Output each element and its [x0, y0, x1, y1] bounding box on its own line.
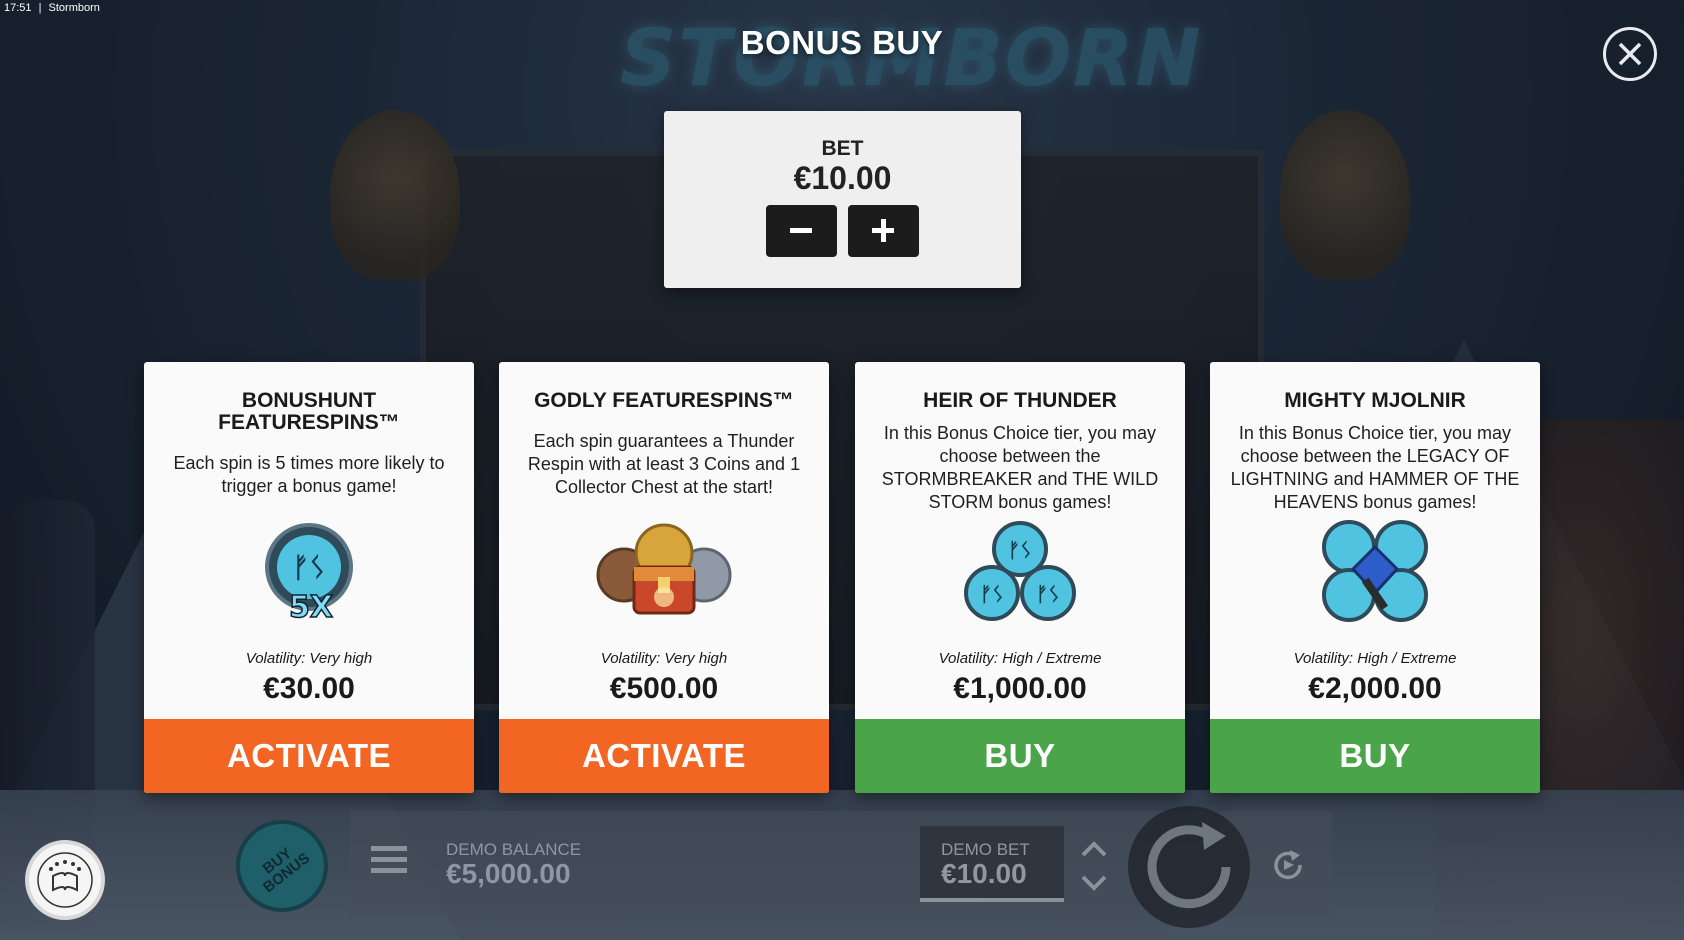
close-icon [1618, 42, 1642, 66]
svg-text:ᚠᛊ: ᚠᛊ [980, 582, 1004, 606]
demo-balance-value: €5,000.00 [446, 858, 571, 889]
activate-button[interactable]: ACTIVATE [144, 719, 474, 793]
svg-text:ᚠᛊ: ᚠᛊ [1008, 538, 1032, 562]
spin-icon [1147, 822, 1231, 909]
card-volatility: Volatility: High / Extreme [938, 650, 1102, 667]
svg-text:5X: 5X [289, 590, 333, 625]
bonus-card-bonushunt: BONUSHUNT FEATURESPINS™ Each spin is 5 t… [144, 362, 474, 793]
demo-bet-value: €10.00 [941, 858, 1027, 889]
buy-bonus-label: BUY BONUS [259, 844, 314, 897]
bet-decrease-button[interactable] [766, 205, 837, 257]
card-price: €30.00 [263, 672, 355, 705]
bonus-options: BONUSHUNT FEATURESPINS™ Each spin is 5 t… [144, 362, 1540, 793]
card-title: BONUSHUNT FEATURESPINS™ [218, 389, 400, 434]
buy-bonus-button[interactable]: BUY BONUS [236, 820, 328, 912]
demo-balance-label: DEMO BALANCE [446, 840, 582, 859]
card-title: HEIR OF THUNDER [923, 389, 1117, 412]
bonus-card-godly: GODLY FEATURESPINS™ Each spin guarantees… [499, 362, 829, 793]
rune-coin-5x-icon: ᚠᛊ 5X [144, 517, 474, 647]
spin-button[interactable] [1128, 806, 1250, 928]
card-price: €2,000.00 [1308, 672, 1442, 705]
bet-buttons [664, 205, 1021, 257]
card-description: In this Bonus Choice tier, you may choos… [881, 423, 1159, 512]
card-description: In this Bonus Choice tier, you may choos… [1230, 423, 1520, 512]
four-rune-coins-hammer-icon [1210, 517, 1540, 647]
card-title: MIGHTY MJOLNIR [1284, 389, 1466, 412]
card-volatility: Volatility: Very high [600, 650, 728, 667]
treasure-chest-icon [499, 517, 829, 647]
close-button[interactable] [1603, 27, 1657, 81]
status-bar: 17:51 | Stormborn [4, 2, 104, 14]
bet-increase-button[interactable] [848, 205, 919, 257]
card-price: €500.00 [609, 672, 719, 705]
modal-title: BONUS BUY [740, 24, 944, 61]
book-of-bonus-badge[interactable] [25, 840, 105, 920]
activate-button[interactable]: ACTIVATE [499, 719, 829, 793]
bet-label: BET [821, 137, 864, 160]
card-title: GODLY FEATURESPINS™ [534, 389, 794, 412]
book-icon [37, 852, 93, 908]
buy-button[interactable]: BUY [1210, 719, 1540, 793]
status-app-name: Stormborn [48, 2, 100, 14]
bet-arrows-icon[interactable] [1078, 838, 1110, 894]
status-time: 17:51 [4, 2, 32, 14]
bonus-card-heir-of-thunder: HEIR OF THUNDER In this Bonus Choice tie… [855, 362, 1185, 793]
demo-bet-label: DEMO BET [941, 840, 1030, 859]
svg-text:ᚠᛊ: ᚠᛊ [1036, 582, 1060, 606]
card-description: Each spin is 5 times more likely to trig… [173, 453, 445, 496]
status-separator: | [38, 2, 42, 14]
bonus-card-mighty-mjolnir: MIGHTY MJOLNIR In this Bonus Choice tier… [1210, 362, 1540, 793]
svg-text:ᚠᛊ: ᚠᛊ [292, 551, 326, 584]
autoplay-icon[interactable] [1270, 847, 1306, 883]
card-price: €1,000.00 [953, 672, 1087, 705]
bet-panel: BET €10.00 [664, 111, 1021, 288]
menu-icon[interactable] [371, 846, 407, 878]
minus-icon [790, 228, 812, 233]
card-description: Each spin guarantees a Thunder Respin wi… [527, 431, 801, 497]
buy-button[interactable]: BUY [855, 719, 1185, 793]
card-volatility: Volatility: High / Extreme [1293, 650, 1457, 667]
bet-value: €10.00 [793, 160, 892, 196]
three-rune-coins-icon: ᚠᛊ ᚠᛊ ᚠᛊ [855, 517, 1185, 647]
card-volatility: Volatility: Very high [245, 650, 373, 667]
